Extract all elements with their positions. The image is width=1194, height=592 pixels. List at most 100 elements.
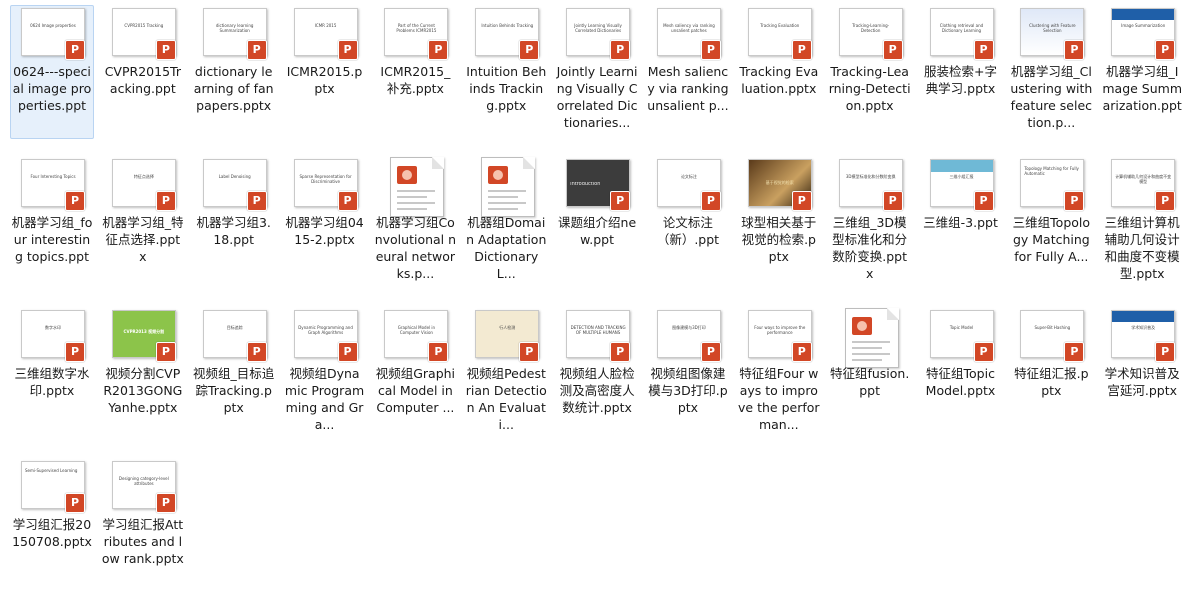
slide-title-text: Topology Matching for Fully Automatic [1024,166,1079,176]
file-item[interactable]: Four ways to improve the performance P 特征组… [737,307,821,441]
file-item[interactable]: 特征点选择 P 机器学习组_特征点选择.pptx [101,156,185,290]
file-item[interactable]: 计算机辅助几何设计和曲度不变模型 P 三维组计算机辅助几何设计和曲度不变模型.ppt… [1100,156,1184,290]
powerpoint-badge-icon: P [1155,342,1176,362]
file-thumbnail: Jointly Learning Visually Correlated Dic… [566,8,631,60]
file-name-label: 机器学习组0415-2.pptx [285,215,364,247]
file-item[interactable]: Label Denoising P 机器学习组3.18.ppt [192,156,276,290]
file-item[interactable]: 0624 Image properties P 0624---special ima… [10,5,94,139]
file-item[interactable]: 数字水印 P 三维组数字水印.pptx [10,307,94,441]
file-name-label: 机器学习组_Clustering with feature selection.… [1010,64,1093,130]
file-name-label: 特征组Four ways to improve the performan... [738,366,820,432]
file-thumbnail: 基于视觉的检索 P [747,159,812,211]
powerpoint-badge-icon: P [791,191,812,211]
file-name-label: CVPR2015Tracking.ppt [104,64,181,96]
file-item[interactable]: 目标追踪 P 视频组_目标追踪Tracking.pptx [192,307,276,441]
file-item[interactable]: Designing category-level attributes P 学习组汇… [101,458,185,592]
slide-title-text: 目标追踪 [226,325,243,330]
file-item[interactable]: Dynamic Programming and Graph Algorithms… [283,307,367,441]
file-item[interactable]: Part of the Current Problems ICMR2015 P IC… [373,5,457,139]
file-name-label: 三维组_3D模型标准化和分数阶变换.pptx [832,215,908,281]
file-thumbnail: 学术知识普及 P [1111,310,1176,362]
slide-title-text: dictionary learning Summarization [215,23,254,33]
file-item[interactable]: Image Summarization P 机器学习组_Image Summariz… [1100,5,1184,139]
file-item[interactable]: ICMR 2015 P ICMR2015.pptx [283,5,367,139]
file-item[interactable]: 行人检测 P 视频组Pedestrian Detection An Evaluati… [464,307,548,441]
slide-title-text: Tracking-Learning-Detection [852,23,890,33]
file-item[interactable]: 机器组Domain AdaptationDictionary L... [464,156,548,290]
file-item[interactable]: Tracking-Learning-Detection P Tracking-Lea… [828,5,912,139]
file-item[interactable]: 三维小组汇报 P 三维组-3.ppt [919,156,1003,290]
slide-title-text: 图像建模与3D打印 [672,325,706,330]
file-name-label: 论文标注（新）.ppt [656,215,720,247]
file-item[interactable]: Topic Model P 特征组Topic Model.pptx [919,307,1003,441]
file-thumbnail: Intuition Behinds Tracking P [475,8,540,60]
file-item[interactable]: 基于视觉的检索 P 球型相关基于视觉的检索.pptx [737,156,821,290]
slide-title-text: Mesh saliency via ranking unsalient patc… [663,23,715,33]
slide-title-text: 计算机辅助几何设计和曲度不变模型 [1115,174,1172,184]
file-thumbnail: Clothing retrieval and Dictionary Learni… [929,8,994,60]
slide-title-text: 论文标注 [680,174,697,179]
file-item[interactable]: Super-Bit Hashing P 特征组汇报.pptx [1009,307,1093,441]
slide-title-text: Clustering with Feature Selection [1029,23,1076,33]
file-name-label: 三维组计算机辅助几何设计和曲度不变模型.pptx [1104,215,1180,281]
powerpoint-badge-icon: P [337,40,358,60]
file-item[interactable]: Topology Matching for Fully Automatic P 三维… [1009,156,1093,290]
file-name-label: 学习组汇报20150708.pptx [12,517,92,549]
file-thumbnail: 三维小组汇报 P [929,159,994,211]
file-thumbnail: 数字水印 P [21,310,85,362]
powerpoint-badge-icon: P [155,40,176,60]
slide-title-text: Image Summarization [1121,23,1166,28]
file-thumbnail: Dynamic Programming and Graph Algorithms… [293,310,358,362]
file-item[interactable]: CVPR2013 视频分割 P 视频分割CVPR2013GONGYanhe.pptx [101,307,185,441]
file-name-label: 视频组图像建模与3D打印.pptx [648,366,728,415]
file-item[interactable]: Intuition Behinds Tracking P Intuition Beh… [464,5,548,139]
file-item[interactable]: 3D模型标准化和分数阶变换 P 三维组_3D模型标准化和分数阶变换.pptx [828,156,912,290]
file-name-label: ICMR2015.pptx [286,64,363,96]
file-thumbnail: Graphical Model in Computer Vision P [384,310,449,362]
slide-title-text: Graphical Model in Computer Vision [397,325,436,335]
file-item[interactable]: Graphical Model in Computer Vision P 视频组Gr… [373,307,457,441]
file-item[interactable]: DETECTION AND TRACKING OF MULTIPLE HUMAN… [555,307,639,441]
file-item[interactable]: dictionary learning Summarization Pdictio… [192,5,276,139]
file-name-label: 球型相关基于视觉的检索.pptx [741,215,817,264]
file-name-label: Intuition Behinds Tracking.pptx [466,64,547,113]
file-name-label: 视频组Graphical Model in Computer ... [375,366,456,415]
file-name-label: 服装检索+字典学习.pptx [924,64,997,96]
file-thumbnail: Topic Model P [929,310,994,362]
file-thumbnail: 特征点选择 P [111,159,176,211]
slide-title-text: 行人检测 [499,325,516,330]
file-name-label: 特征组Topic Model.pptx [925,366,996,398]
file-item[interactable]: Four Interesting Topics P 机器学习组_four inter… [10,156,94,290]
file-item[interactable]: Introduction P 课题组介绍new.ppt [555,156,639,290]
powerpoint-badge-icon: P [882,191,903,211]
file-item[interactable]: CVPR2015 Tracking P CVPR2015Tracking.ppt [101,5,185,139]
file-item[interactable]: 论文标注 P 论文标注（新）.ppt [646,156,730,290]
file-thumbnail: Part of the Current Problems ICMR2015 P [384,8,449,60]
file-item[interactable]: 机器学习组Convolutional neural networks.p... [373,156,457,290]
file-thumbnail: dictionary learning Summarization P [202,8,267,60]
file-thumbnail: Topology Matching for Fully Automatic P [1020,159,1085,211]
file-item[interactable]: Clustering with Feature Selection P 机器学习组_… [1009,5,1093,139]
file-item[interactable]: 图像建模与3D打印 P 视频组图像建模与3D打印.pptx [646,307,730,441]
file-thumbnail: 行人检测 P [475,310,540,362]
file-name-label: Mesh saliency via ranking unsalient p... [647,64,729,113]
powerpoint-file-icon [481,157,536,217]
file-item[interactable]: Sparse Representation for Discriminative… [283,156,367,290]
file-item[interactable]: 学术知识普及 P 学术知识普及宫延河.pptx [1100,307,1184,441]
slide-title-text: Sparse Representation for Discriminative [299,174,352,184]
file-name-label: ICMR2015_补充.pptx [380,64,451,96]
powerpoint-badge-icon: P [610,342,631,362]
file-name-label: 视频组_目标追踪Tracking.pptx [193,366,275,415]
powerpoint-badge-icon: P [1064,40,1085,60]
file-item[interactable]: Jointly Learning Visually Correlated Dic… [555,5,639,139]
file-item[interactable]: Tracking Evaluation P Tracking Evaluation.… [737,5,821,139]
slide-title-text: Introduction [570,182,601,187]
slide-title-text: 特征点选择 [133,174,154,179]
file-name-label: 机器学习组_four interesting topics.ppt [11,215,93,264]
file-name-label: 机器学习组_Image Summarization.ppt [1102,64,1183,113]
file-item[interactable]: Clothing retrieval and Dictionary Learni… [919,5,1003,139]
file-name-label: 三维组-3.ppt [923,215,998,230]
file-item[interactable]: 特征组fusion.ppt [828,307,912,441]
file-item[interactable]: Semi-Supervised Learning P 学习组汇报20150708.p… [10,458,94,592]
file-item[interactable]: Mesh saliency via ranking unsalient patc… [646,5,730,139]
